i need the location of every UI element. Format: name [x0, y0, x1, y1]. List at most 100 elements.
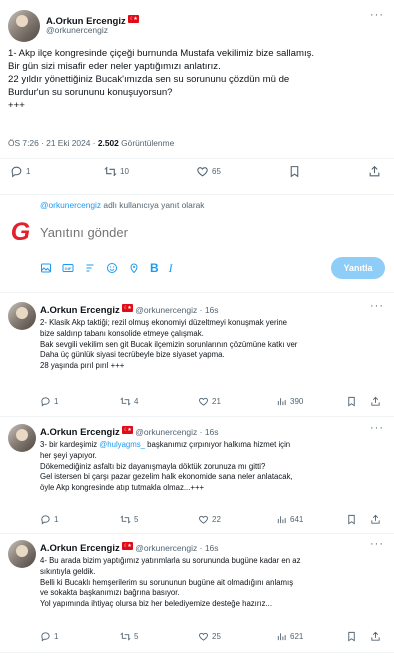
reply-line: Belli ki Bucaklı hemşerilerim su sorunun…	[40, 577, 294, 587]
reply-header: A.Orkun Ercengiz @orkunercengiz · 16s	[40, 426, 219, 438]
share-button[interactable]	[368, 165, 381, 178]
location-icon[interactable]	[128, 262, 140, 274]
author-handle[interactable]: @orkunercengiz	[135, 543, 197, 553]
reply-line: sıkıntıyla geldik.	[40, 566, 96, 576]
author-name[interactable]: A.Orkun Ercengiz	[40, 427, 120, 438]
tweet-timestamp[interactable]: ÖS 7:26 · 21 Eki 2024 ·	[8, 138, 98, 148]
retweet-button[interactable]: 5	[120, 514, 138, 525]
heart-icon	[199, 397, 208, 406]
retweet-button[interactable]: 10	[104, 165, 129, 178]
image-icon[interactable]	[40, 262, 52, 274]
views-count: 390	[290, 396, 304, 406]
retweet-button[interactable]: 4	[120, 396, 138, 407]
reply-button[interactable]: 1	[40, 396, 58, 407]
views-button[interactable]: 621	[276, 631, 303, 642]
reply-line: öyle Akp kongresinde atıp tutmakla olmaz…	[40, 483, 205, 493]
views-icon	[277, 397, 286, 405]
more-options-icon[interactable]: ···	[370, 300, 384, 312]
reply-line: her şeyi yapıyor.	[40, 450, 97, 460]
reply-line: Yol yapımında ihtiyaç olursa biz her bel…	[40, 599, 273, 609]
retweet-button[interactable]: 5	[120, 631, 138, 642]
author-handle[interactable]: @orkunercengiz	[46, 25, 108, 35]
turkey-flag-icon	[121, 426, 133, 434]
retweet-icon	[120, 397, 131, 405]
more-options-icon[interactable]: ···	[370, 422, 384, 434]
reply-text-segment: başkanımız çırpınıyor halkıma hizmet içi…	[144, 440, 291, 449]
like-button[interactable]: 22	[198, 514, 221, 525]
bookmark-button[interactable]	[288, 165, 301, 178]
divider	[0, 158, 394, 159]
bookmark-icon	[348, 631, 355, 641]
bookmark-button[interactable]	[346, 631, 357, 642]
retweet-icon	[104, 166, 117, 176]
retweet-icon	[120, 515, 131, 523]
more-options-icon[interactable]: ···	[370, 9, 384, 21]
italic-icon[interactable]: I	[169, 262, 173, 274]
bold-icon[interactable]: B	[150, 262, 159, 274]
views-button[interactable]: 641	[276, 514, 303, 525]
replying-to: @orkunercengiz adlı kullanıcıya yanıt ol…	[40, 200, 204, 210]
like-button[interactable]: 25	[198, 631, 221, 642]
mention-link[interactable]: @hulyagms_	[99, 440, 145, 449]
turkey-flag-icon	[127, 15, 139, 23]
reply-header: A.Orkun Ercengiz @orkunercengiz · 16s	[40, 304, 219, 316]
poll-icon[interactable]	[84, 262, 96, 274]
bookmark-button[interactable]	[346, 396, 357, 407]
tweet-line: Burdur'un su sorununu konuşuyorsun?	[8, 87, 173, 98]
reply-submit-button[interactable]: Yanıtla	[331, 257, 385, 279]
share-button[interactable]	[370, 514, 381, 525]
turkey-flag-icon	[121, 542, 133, 550]
reply-line: ve sokakta başkanımızı bağrına basıyor.	[40, 588, 180, 598]
like-count: 65	[212, 166, 221, 176]
reply-time[interactable]: 16s	[205, 305, 219, 315]
views-icon	[277, 632, 286, 640]
turkey-flag-icon	[121, 304, 133, 312]
avatar[interactable]	[8, 302, 36, 330]
like-count: 25	[212, 631, 221, 641]
views-button[interactable]: 390	[276, 396, 303, 407]
share-button[interactable]	[370, 396, 381, 407]
reply-button[interactable]: 1	[10, 165, 30, 178]
author-handle[interactable]: @orkunercengiz	[135, 305, 197, 315]
retweet-icon	[120, 632, 131, 640]
more-options-icon[interactable]: ···	[370, 538, 384, 550]
reply-action-bar: 1 5 22 641	[40, 513, 384, 525]
share-icon	[371, 514, 380, 524]
avatar[interactable]	[8, 540, 36, 568]
reply-count: 1	[54, 631, 59, 641]
share-button[interactable]	[370, 631, 381, 642]
bookmark-icon	[290, 165, 299, 177]
reply-time[interactable]: 16s	[205, 427, 219, 437]
reply-button[interactable]: 1	[40, 514, 58, 525]
svg-text:GIF: GIF	[65, 266, 72, 271]
reply-button[interactable]: 1	[40, 631, 58, 642]
avatar[interactable]	[8, 10, 40, 42]
replying-to-handle[interactable]: @orkunercengiz	[40, 200, 101, 210]
bookmark-button[interactable]	[346, 514, 357, 525]
author-name[interactable]: A.Orkun Ercengiz	[40, 305, 120, 316]
like-button[interactable]: 65	[196, 165, 221, 178]
author-name[interactable]: A.Orkun Ercengiz	[40, 543, 120, 554]
like-button[interactable]: 21	[198, 396, 221, 407]
reply-text: 2- Klasik Akp taktiği; rezil olmuş ekono…	[40, 318, 390, 372]
reply-line: Dökemediğiniz asfaltı biz dayanışmayla d…	[40, 461, 266, 471]
g-logo-icon: G	[10, 218, 31, 246]
reply-text: 3- bir kardeşimiz @hulyagms_ başkanımız …	[40, 440, 390, 494]
reply-time[interactable]: 16s	[205, 543, 219, 553]
reply-text: 4- Bu arada bizim yaptığımız yatırımlarl…	[40, 556, 390, 610]
retweet-count: 5	[134, 631, 139, 641]
retweet-count: 4	[134, 396, 139, 406]
reply-input[interactable]	[40, 222, 340, 242]
author-handle[interactable]: @orkunercengiz	[135, 427, 197, 437]
tweet-meta: ÖS 7:26 · 21 Eki 2024 · 2.502 Görüntülen…	[8, 138, 174, 148]
replying-to-suffix: adlı kullanıcıya yanıt olarak	[101, 200, 205, 210]
reply-line: 28 yaşında pırıl pırıl +++	[40, 361, 125, 371]
divider	[0, 292, 394, 293]
views-label: Görüntülenme	[118, 138, 175, 148]
avatar[interactable]	[8, 424, 36, 452]
user-logo[interactable]: G	[8, 220, 33, 245]
gif-icon[interactable]: GIF	[62, 262, 74, 274]
reply-count: 1	[26, 166, 31, 176]
emoji-icon[interactable]	[106, 262, 118, 274]
retweet-count: 5	[134, 514, 139, 524]
